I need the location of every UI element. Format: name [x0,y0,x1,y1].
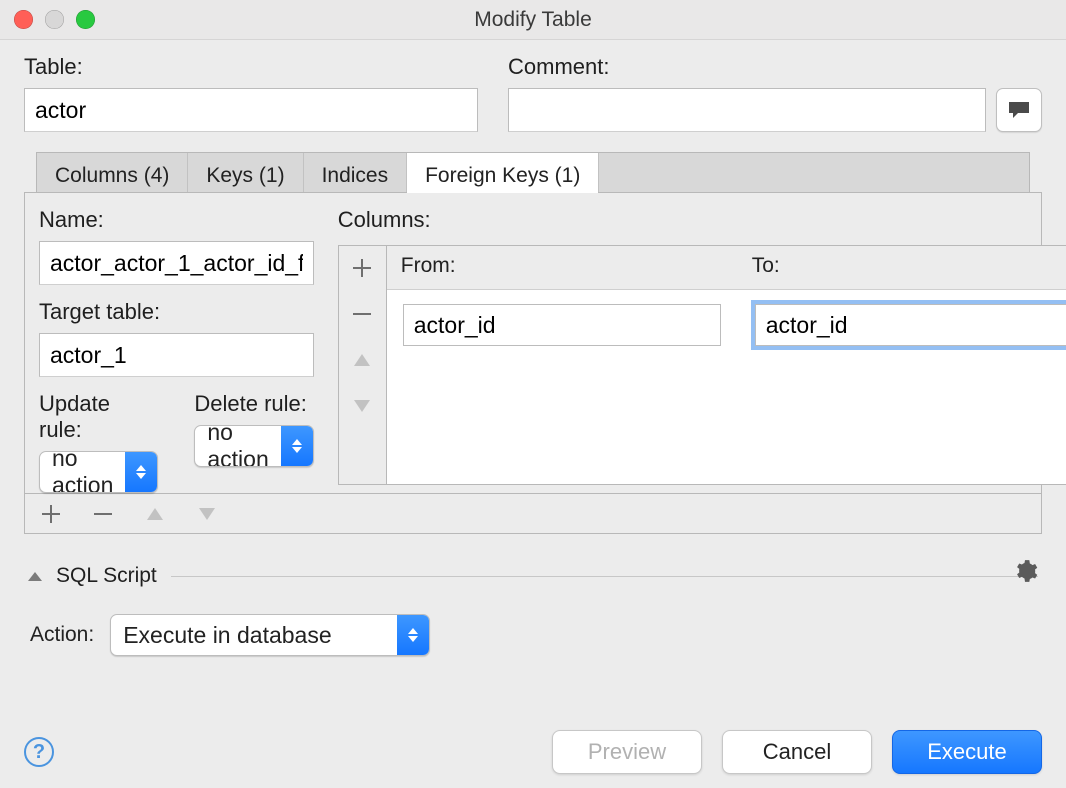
delete-rule-value: no action [195,426,280,466]
move-fk-down-button [195,502,219,526]
button-label: Preview [588,739,666,765]
chevron-down-icon [354,400,370,412]
collapse-toggle-icon[interactable] [28,572,42,581]
tab-indices[interactable]: Indices [304,153,408,192]
add-fk-button[interactable] [39,502,63,526]
tab-label: Columns (4) [55,164,169,188]
cancel-button[interactable]: Cancel [722,730,872,774]
delete-rule-label: Delete rule: [194,391,313,417]
move-up-button [350,348,374,372]
help-button[interactable]: ? [24,737,54,767]
tab-keys[interactable]: Keys (1) [188,153,303,192]
remove-fk-button[interactable] [91,502,115,526]
update-rule-label: Update rule: [39,391,158,443]
update-rule-select[interactable]: no action [39,451,158,493]
tab-label: Indices [322,164,389,188]
stepper-icon [281,426,313,466]
preview-button: Preview [552,730,702,774]
columns-header-to: To: [738,246,1066,289]
remove-column-button[interactable] [350,302,374,326]
chevron-up-icon [354,354,370,366]
minus-icon [353,305,371,323]
action-select[interactable]: Execute in database [110,614,430,656]
chevron-down-icon [199,508,215,520]
fk-name-input[interactable] [39,241,314,285]
fk-list-toolbar [24,494,1042,534]
move-fk-up-button [143,502,167,526]
help-icon: ? [33,741,45,764]
titlebar: Modify Table [0,0,1066,40]
sql-script-title: SQL Script [56,564,157,588]
divider [171,576,1038,577]
column-from-input[interactable] [403,304,721,346]
action-label: Action: [30,623,94,647]
fk-target-input[interactable] [39,333,314,377]
button-label: Execute [927,739,1007,765]
window-title: Modify Table [0,8,1066,32]
comment-expand-button[interactable] [996,88,1042,132]
plus-icon [353,259,371,277]
columns-toolbar [339,246,387,484]
comment-label: Comment: [508,54,1042,80]
move-down-button [350,394,374,418]
comment-input[interactable] [508,88,986,132]
delete-rule-select[interactable]: no action [194,425,313,467]
tab-panel-foreign-keys: Name: Target table: Update rule: no acti… [24,192,1042,494]
columns-header-from: From: [387,246,738,289]
sql-settings-button[interactable] [1012,558,1038,584]
columns-row [387,290,1066,360]
tab-columns[interactable]: Columns (4) [37,153,188,192]
update-rule-value: no action [40,452,125,492]
minus-icon [94,505,112,523]
gear-icon [1012,558,1038,584]
table-name-input[interactable] [24,88,478,132]
fk-target-label: Target table: [39,299,314,325]
action-value: Execute in database [111,615,397,655]
fk-columns-label: Columns: [338,207,1066,233]
tabs-bar: Columns (4) Keys (1) Indices Foreign Key… [36,152,1030,192]
table-label: Table: [24,54,478,80]
add-column-button[interactable] [350,256,374,280]
execute-button[interactable]: Execute [892,730,1042,774]
stepper-icon [397,615,429,655]
fk-name-label: Name: [39,207,314,233]
tab-label: Keys (1) [206,164,284,188]
plus-icon [42,505,60,523]
speech-bubble-icon [1007,100,1031,120]
button-label: Cancel [763,739,831,765]
chevron-up-icon [147,508,163,520]
stepper-icon [125,452,157,492]
tab-foreign-keys[interactable]: Foreign Keys (1) [407,153,599,192]
columns-grid: From: To: [387,246,1066,484]
tab-label: Foreign Keys (1) [425,164,580,188]
column-to-input[interactable] [755,304,1066,346]
